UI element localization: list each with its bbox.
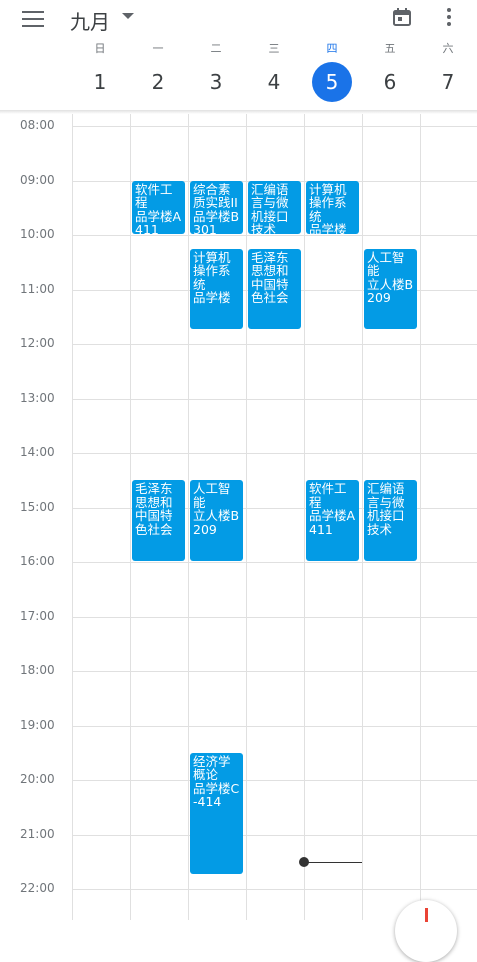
event-location: 品学楼B301 <box>193 208 240 234</box>
time-label: 12:00 <box>20 336 55 350</box>
event-title: 软件工程 <box>135 181 173 210</box>
time-label: 22:00 <box>20 881 55 895</box>
hour-gridline <box>72 126 477 127</box>
time-label: 10:00 <box>20 227 55 241</box>
event-title: 软件工程 <box>309 481 347 510</box>
day-header-2[interactable]: 二3 <box>187 40 245 102</box>
time-label: 13:00 <box>20 390 55 405</box>
event-title: 人工智能 <box>367 249 405 279</box>
event-block[interactable]: 计算机操作系统 品学楼 <box>306 180 359 234</box>
current-time-line <box>304 861 362 863</box>
event-location: 品学楼A411 <box>309 508 356 537</box>
today-date: 5 <box>312 62 352 102</box>
event-title: 汇编语言与微机接口技术 <box>251 181 289 234</box>
hour-gridline <box>72 616 477 618</box>
hour-gridline <box>72 889 477 890</box>
add-event-button[interactable] <box>395 900 457 962</box>
date-number: 2 <box>151 70 165 94</box>
event-location: 立人楼B209 <box>367 276 414 306</box>
day-header-4[interactable]: 四5 <box>303 40 361 102</box>
day-header-0[interactable]: 日1 <box>71 40 129 102</box>
date-number: 1 <box>93 70 107 94</box>
weekday-label: 三 <box>268 42 280 55</box>
time-label: 09:00 <box>20 172 55 187</box>
event-title: 毛泽东思想和中国特色社会 <box>251 249 289 306</box>
hour-gridline <box>72 671 477 672</box>
weekday-label: 一 <box>152 42 164 55</box>
hour-gridline <box>72 398 477 400</box>
day-header-1[interactable]: 一2 <box>129 40 187 102</box>
event-block[interactable]: 经济学概论 品学楼C-414 <box>190 752 243 875</box>
event-title: 人工智能 <box>193 481 231 510</box>
date-number: 4 <box>267 70 281 94</box>
event-title: 计算机操作系统 <box>193 249 231 292</box>
date-number: 3 <box>209 70 223 94</box>
time-label: 08:00 <box>20 118 55 132</box>
event-block[interactable]: 软件工程 品学楼A411 <box>132 180 185 234</box>
event-title: 汇编语言与微机接口技术 <box>367 481 405 537</box>
hamburger-icon[interactable] <box>22 11 44 27</box>
event-location: 立人楼B209 <box>193 508 240 537</box>
weekday-label: 二 <box>210 42 222 55</box>
chevron-down-icon[interactable] <box>122 13 134 19</box>
time-label: 15:00 <box>20 499 55 514</box>
day-header-3[interactable]: 三4 <box>245 40 303 102</box>
hour-gridline <box>72 780 477 781</box>
time-label: 11:00 <box>20 281 55 296</box>
event-location: 品学楼 <box>309 222 347 234</box>
top-app-bar: 九月 <box>0 0 477 38</box>
event-location: 品学楼C-414 <box>193 780 240 810</box>
weekday-label: 六 <box>442 42 454 55</box>
time-label: 21:00 <box>20 826 55 841</box>
date-number: 7 <box>441 70 455 94</box>
event-block[interactable]: 汇编语言与微机接口技术 <box>364 480 417 561</box>
day-header-6[interactable]: 六7 <box>419 40 477 102</box>
event-block[interactable]: 计算机操作系统 品学楼 <box>190 248 243 330</box>
event-block[interactable]: 汇编语言与微机接口技术 <box>248 180 301 234</box>
event-block[interactable]: 软件工程 品学楼A411 <box>306 480 359 561</box>
event-title: 经济学概论 <box>193 753 231 783</box>
weekday-label: 五 <box>384 42 396 55</box>
event-title: 综合素质实践II <box>193 181 238 210</box>
event-block[interactable]: 人工智能 立人楼B209 <box>190 480 243 561</box>
date-number: 6 <box>383 70 397 94</box>
hour-gridline <box>72 344 477 345</box>
event-title: 毛泽东思想和中国特色社会 <box>135 481 173 537</box>
time-label: 19:00 <box>20 717 55 732</box>
hour-gridline <box>72 725 477 727</box>
hour-gridline <box>72 453 477 454</box>
event-block[interactable]: 人工智能 立人楼B209 <box>364 248 417 330</box>
hour-gridline <box>72 562 477 563</box>
time-label: 20:00 <box>20 772 55 786</box>
month-title[interactable]: 九月 <box>70 6 110 35</box>
event-block[interactable]: 毛泽东思想和中国特色社会 <box>132 480 185 561</box>
more-vert-icon[interactable] <box>446 8 452 28</box>
hour-gridline <box>72 235 477 236</box>
hour-gridline <box>72 834 477 836</box>
event-location: 品学楼 <box>193 290 231 306</box>
week-grid[interactable]: 08:00 09:00 10:00 11:00 12:00 13:00 14:00 15:00… <box>0 114 477 920</box>
time-label: 18:00 <box>20 663 55 677</box>
event-location: 品学楼A411 <box>135 208 182 234</box>
time-label: 16:00 <box>20 554 55 568</box>
calendar-today-icon[interactable] <box>392 7 412 27</box>
day-header-5[interactable]: 五6 <box>361 40 419 102</box>
event-block[interactable]: 毛泽东思想和中国特色社会 <box>248 248 301 330</box>
event-block[interactable]: 综合素质实践II 品学楼B301 <box>190 180 243 234</box>
weekday-label: 日 <box>94 42 106 55</box>
weekday-label: 四 <box>326 42 338 55</box>
time-label: 17:00 <box>20 608 55 623</box>
time-label: 14:00 <box>20 445 55 459</box>
event-title: 计算机操作系统 <box>309 181 347 224</box>
